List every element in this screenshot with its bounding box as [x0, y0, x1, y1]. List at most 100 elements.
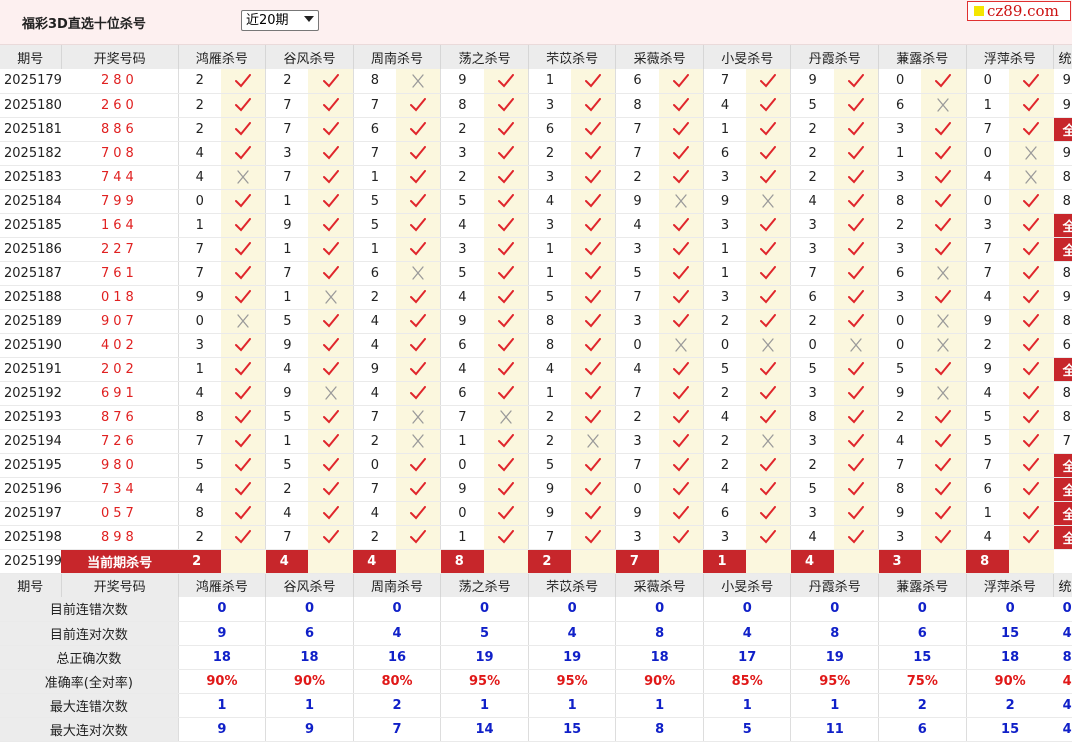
kill-number: 0 — [352, 453, 396, 478]
header-draw: 开奖号码 — [61, 573, 179, 597]
stat-value: 全对 — [1053, 453, 1072, 478]
summary-label: 目前连错次数 — [0, 597, 179, 622]
checkmark-icon — [935, 410, 952, 424]
draw-number: 227 — [61, 237, 179, 262]
checkmark-icon — [847, 482, 864, 496]
kill-number: 3 — [790, 429, 834, 454]
checkmark-icon — [235, 434, 252, 448]
kill-number: 9 — [352, 357, 396, 382]
kill-number: 1 — [702, 237, 747, 262]
summary-value: 0 — [1053, 597, 1072, 622]
kill-result — [746, 525, 791, 550]
kill-result — [833, 501, 879, 526]
kill-result — [308, 333, 354, 358]
kill-result — [483, 213, 529, 238]
kill-number: 6 — [702, 141, 747, 166]
kill-result — [571, 453, 616, 478]
checkmark-icon — [410, 170, 427, 184]
checkmark-icon — [1023, 410, 1040, 424]
kill-result — [220, 453, 266, 478]
kill-result — [746, 213, 791, 238]
current-kill-number: 4 — [790, 549, 834, 574]
kill-result — [658, 213, 704, 238]
checkmark-icon — [1023, 266, 1040, 280]
kill-number: 3 — [790, 213, 834, 238]
summary-value: 15 — [965, 621, 1054, 646]
checkmark-icon — [847, 314, 864, 328]
kill-number: 4 — [527, 189, 572, 214]
checkmark-icon — [585, 482, 602, 496]
kill-result — [746, 69, 791, 94]
checkmark-icon — [847, 458, 864, 472]
summary-value: 4 — [1053, 621, 1072, 646]
kill-number: 1 — [352, 237, 396, 262]
checkmark-icon — [1023, 242, 1040, 256]
kill-result — [308, 237, 354, 262]
cross-icon — [324, 386, 337, 400]
issue-number: 2025181 — [0, 117, 62, 142]
kill-result — [571, 405, 616, 430]
kill-number: 1 — [440, 429, 484, 454]
summary-value: 75% — [878, 669, 967, 694]
checkmark-icon — [847, 266, 864, 280]
kill-result — [571, 165, 616, 190]
kill-number: 6 — [352, 261, 396, 286]
kill-number: 7 — [352, 405, 396, 430]
checkmark-icon — [410, 386, 427, 400]
checkmark-icon — [410, 362, 427, 376]
kill-result — [396, 213, 441, 238]
kill-number: 0 — [177, 189, 221, 214]
checkmark-icon — [1023, 122, 1040, 136]
kill-result — [396, 69, 441, 94]
checkmark-icon — [935, 218, 952, 232]
period-select[interactable]: 近20期 — [241, 10, 319, 31]
kill-result — [396, 333, 441, 358]
summary-value: 40% — [1053, 669, 1072, 694]
kill-result — [921, 189, 967, 214]
kill-result — [746, 477, 791, 502]
table-row: 2025187 761 7 7 6 5 1 5 1 7 6 7 8 — [0, 261, 1072, 286]
kill-number: 7 — [265, 117, 309, 142]
kill-result — [1008, 285, 1054, 310]
kill-number: 3 — [878, 237, 922, 262]
kill-result — [921, 213, 967, 238]
kill-result — [1008, 501, 1054, 526]
checkmark-icon — [760, 266, 777, 280]
kill-result — [396, 429, 441, 454]
summary-value: 11 — [790, 717, 879, 742]
kill-result — [571, 381, 616, 406]
issue-number: 2025187 — [0, 261, 62, 286]
kill-result — [396, 525, 441, 550]
draw-number: 898 — [61, 525, 179, 550]
issue-number: 2025179 — [0, 69, 62, 94]
kill-number: 2 — [965, 333, 1009, 358]
kill-result — [571, 357, 616, 382]
checkmark-icon — [585, 338, 602, 352]
cross-icon — [937, 266, 950, 280]
kill-number: 8 — [177, 501, 221, 526]
kill-number: 8 — [352, 69, 396, 94]
site-logo[interactable]: cz89.com — [967, 1, 1071, 21]
checkmark-icon — [322, 506, 339, 520]
current-kill-number: 4 — [353, 549, 396, 574]
header-killer: 蒹露杀号 — [878, 573, 967, 597]
checkmark-icon — [760, 530, 777, 544]
kill-number: 2 — [352, 525, 396, 550]
stat-value: 全对 — [1053, 237, 1072, 262]
checkmark-icon — [672, 146, 689, 160]
summary-row: 最大连对次数 9 9 7 14 15 8 5 11 6 15 4 — [0, 717, 1072, 742]
checkmark-icon — [1023, 98, 1040, 112]
checkmark-icon — [497, 506, 514, 520]
kill-number: 2 — [352, 429, 396, 454]
table-row: 2025188 018 9 1 2 4 5 7 3 6 3 4 9 — [0, 285, 1072, 310]
kill-number: 2 — [615, 405, 659, 430]
summary-value: 18 — [177, 645, 266, 670]
page-title: 福彩3D直选十位杀号 — [22, 17, 146, 32]
kill-number: 2 — [790, 309, 834, 334]
checkmark-icon — [322, 434, 339, 448]
cross-icon — [237, 170, 249, 184]
kill-result — [220, 141, 266, 166]
kill-result — [921, 141, 967, 166]
kill-result — [308, 69, 354, 94]
checkmark-icon — [760, 98, 777, 112]
